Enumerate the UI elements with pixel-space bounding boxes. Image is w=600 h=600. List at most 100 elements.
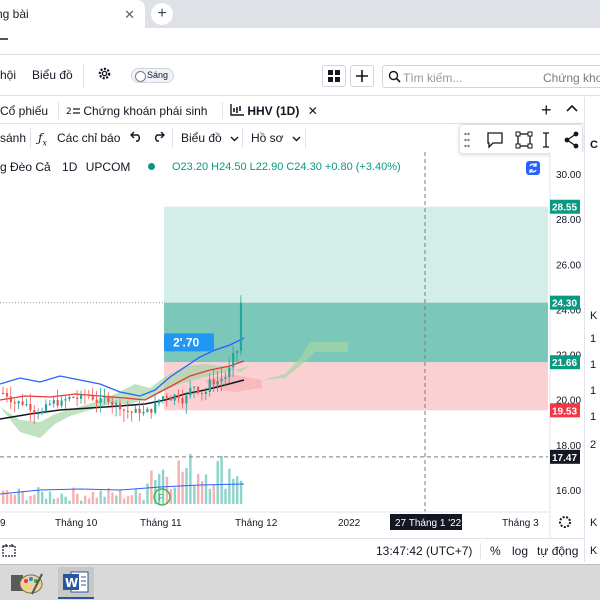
price-label: 28.55 xyxy=(552,203,577,214)
candle-body xyxy=(181,398,184,404)
share-icon[interactable] xyxy=(564,131,580,152)
profit-zone-upper[interactable] xyxy=(164,206,548,303)
volume-bar xyxy=(13,494,17,504)
drawing-toolbar xyxy=(459,124,583,154)
search-box[interactable]: Tìm kiếm... Chứng khoá xyxy=(382,65,600,88)
candle-body xyxy=(212,379,215,385)
panel-letter: 1 xyxy=(590,333,597,345)
panel-letter: K xyxy=(590,545,598,557)
compare-button[interactable]: sánh xyxy=(0,131,26,145)
candle-body xyxy=(21,401,24,405)
word-app-icon[interactable]: W xyxy=(58,567,94,599)
comment-icon[interactable] xyxy=(486,131,504,152)
candle-body xyxy=(224,377,227,379)
candle-body xyxy=(158,399,161,404)
search-placeholder: Tìm kiếm... xyxy=(403,71,463,85)
candle-body xyxy=(72,397,75,399)
candle-body xyxy=(48,403,51,405)
close-icon[interactable]: ✕ xyxy=(308,104,318,118)
candle-body xyxy=(138,408,141,414)
tab-derivatives-label: Chứng khoán phái sinh xyxy=(83,104,208,118)
volume-bar xyxy=(29,495,32,504)
add-icon[interactable] xyxy=(350,65,374,87)
volume-bar xyxy=(119,489,122,504)
candle-body xyxy=(41,410,44,414)
gear-icon[interactable] xyxy=(97,66,112,84)
price-chart[interactable]: F2'.70 30.0028.0026.0024.0022.0020.0018.… xyxy=(0,152,590,538)
clock[interactable]: 13:47:42 (UTC+7) xyxy=(376,544,472,558)
candle-body xyxy=(208,379,211,392)
menu-chart[interactable]: Biểu đồ xyxy=(32,68,73,82)
volume-bar xyxy=(99,490,102,504)
candle-body xyxy=(87,394,90,397)
candle-body xyxy=(216,381,219,385)
theme-toggle[interactable]: Sáng xyxy=(131,68,174,83)
candle-body xyxy=(76,397,79,399)
browser-tab[interactable]: ng bài ✕ xyxy=(0,0,145,28)
indicators-button[interactable]: Các chỉ báo xyxy=(57,131,120,145)
volume-bar xyxy=(146,483,149,504)
candle-body xyxy=(165,396,168,398)
grid-layout-icon[interactable] xyxy=(322,65,346,87)
log-toggle[interactable]: log xyxy=(512,544,528,558)
camera-icon[interactable] xyxy=(542,131,550,152)
candle-body xyxy=(64,399,67,401)
candle-body xyxy=(56,400,59,406)
tab-derivatives[interactable]: 2 Chứng khoán phái sinh xyxy=(66,104,207,118)
candle-body xyxy=(220,378,223,382)
app-header: hội Biểu đồ Sáng Tìm kiếm... Chứng khoá xyxy=(0,56,600,96)
panel-letter: 1 xyxy=(590,411,597,423)
tab-hhv[interactable]: HHV (1D) ✕ xyxy=(230,104,318,118)
x-tick-label: 2022 xyxy=(338,518,361,529)
volume-bar xyxy=(204,474,208,504)
chevron-up-icon[interactable] xyxy=(566,103,578,118)
volume-bar xyxy=(220,455,223,504)
x-tick-label: 9 xyxy=(0,518,6,529)
volume-bar xyxy=(193,485,196,504)
profile-dropdown[interactable]: Hồ sơ xyxy=(251,131,301,145)
function-icon[interactable]: ƒx xyxy=(38,131,47,147)
search-icon xyxy=(388,70,401,83)
candle-body xyxy=(189,387,192,396)
candle-body xyxy=(44,404,48,411)
chevron-down-icon xyxy=(230,136,239,142)
divider xyxy=(242,128,243,148)
menu-community[interactable]: hội xyxy=(0,68,16,82)
candle-body xyxy=(52,400,55,404)
undo-icon[interactable] xyxy=(130,131,143,145)
search-context[interactable]: Chứng khoá xyxy=(543,71,600,85)
redo-icon[interactable] xyxy=(152,131,165,145)
drag-handle-icon[interactable] xyxy=(464,132,470,151)
add-tab-button[interactable]: + xyxy=(541,100,552,121)
candle-body xyxy=(60,400,63,406)
paint-app-icon[interactable] xyxy=(13,567,49,599)
auto-toggle[interactable]: tự động xyxy=(537,544,578,558)
candle-body xyxy=(134,408,137,413)
candle-body xyxy=(130,411,133,413)
volume-moving-average xyxy=(0,483,245,495)
fullscreen-icon[interactable] xyxy=(515,131,533,152)
chart-type-dropdown[interactable]: Biểu đồ xyxy=(181,131,239,145)
volume-bar xyxy=(41,491,44,504)
tab-stocks[interactable]: Cổ phiếu xyxy=(0,104,48,118)
close-tab-icon[interactable]: ✕ xyxy=(124,7,135,23)
minimize-glyph xyxy=(0,38,8,40)
volume-bar xyxy=(138,493,141,504)
chart-area[interactable]: g Đèo Cả 1D UPCOM O23.20 H24.50 L22.90 C… xyxy=(0,152,590,540)
candle-body xyxy=(204,391,207,394)
candle-body xyxy=(83,394,87,396)
new-tab-button[interactable]: + xyxy=(151,3,173,25)
volume-bar xyxy=(126,496,130,504)
volume-bar xyxy=(142,499,145,504)
chart-icon xyxy=(230,104,244,116)
divider xyxy=(58,102,59,119)
volume-bar xyxy=(72,487,75,504)
candle-body xyxy=(17,401,20,404)
date-range-icon[interactable] xyxy=(2,543,16,560)
volume-bar xyxy=(76,493,79,504)
divider xyxy=(83,64,84,88)
profit-zone-lower[interactable] xyxy=(164,302,548,363)
percent-toggle[interactable]: % xyxy=(490,544,501,558)
candle-body xyxy=(91,396,94,400)
volume-bar xyxy=(9,493,13,504)
